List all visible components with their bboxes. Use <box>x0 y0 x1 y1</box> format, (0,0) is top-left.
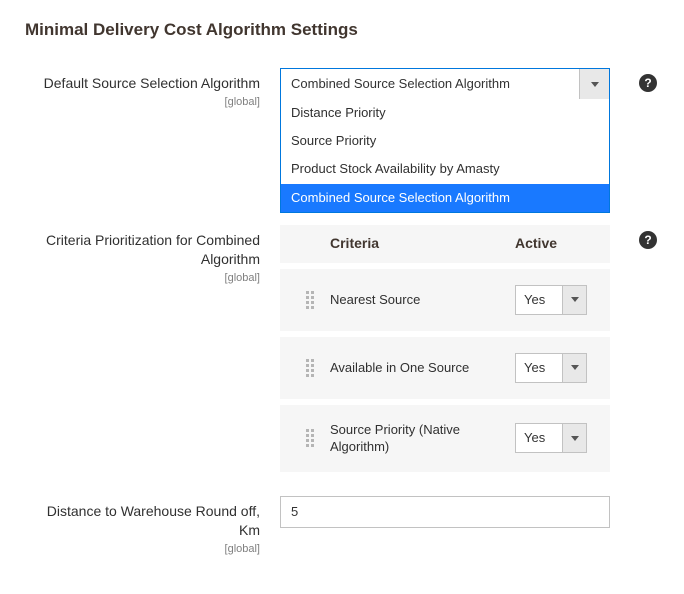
scope-hint: [global] <box>25 271 260 286</box>
criteria-active-select[interactable]: Yes <box>515 423 587 453</box>
criteria-row: Nearest Source Yes <box>280 263 610 331</box>
criteria-active-select[interactable]: Yes <box>515 285 587 315</box>
criteria-header-criteria: Criteria <box>330 235 515 251</box>
select-current-value: Combined Source Selection Algorithm <box>281 69 579 99</box>
label-text: Criteria Prioritization for Combined Alg… <box>46 232 260 267</box>
chevron-down-icon <box>579 69 609 99</box>
criteria-name: Nearest Source <box>330 291 515 309</box>
criteria-active-select[interactable]: Yes <box>515 353 587 383</box>
drag-handle-icon[interactable] <box>306 429 314 447</box>
criteria-name: Available in One Source <box>330 359 515 377</box>
select-value: Yes <box>516 424 562 452</box>
option-stock-availability[interactable]: Product Stock Availability by Amasty <box>281 155 609 183</box>
drag-handle-icon[interactable] <box>306 291 314 309</box>
chevron-down-icon <box>562 424 586 452</box>
default-algorithm-dropdown: Distance Priority Source Priority Produc… <box>280 99 610 213</box>
criteria-row: Available in One Source Yes <box>280 331 610 399</box>
criteria-name: Source Priority (Native Algorithm) <box>330 421 515 456</box>
select-value: Yes <box>516 286 562 314</box>
option-source-priority[interactable]: Source Priority <box>281 127 609 155</box>
label-text: Default Source Selection Algorithm <box>44 75 260 91</box>
row-default-source-selection: Default Source Selection Algorithm [glob… <box>25 68 659 110</box>
drag-handle-icon[interactable] <box>306 359 314 377</box>
roundoff-input[interactable] <box>280 496 610 528</box>
chevron-down-icon <box>562 286 586 314</box>
row-roundoff: Distance to Warehouse Round off, Km [glo… <box>25 496 659 557</box>
option-combined-algorithm[interactable]: Combined Source Selection Algorithm <box>281 184 609 212</box>
criteria-row: Source Priority (Native Algorithm) Yes <box>280 399 610 472</box>
section-title: Minimal Delivery Cost Algorithm Settings <box>25 20 659 40</box>
label-roundoff: Distance to Warehouse Round off, Km [glo… <box>25 496 280 557</box>
label-default-algorithm: Default Source Selection Algorithm [glob… <box>25 68 280 110</box>
select-value: Yes <box>516 354 562 382</box>
scope-hint: [global] <box>25 542 260 557</box>
criteria-header-active: Active <box>515 235 600 251</box>
default-algorithm-select[interactable]: Combined Source Selection Algorithm Dist… <box>280 68 610 100</box>
row-criteria-prioritization: Criteria Prioritization for Combined Alg… <box>25 225 659 472</box>
criteria-table: Criteria Active Nearest Source Yes <box>280 225 610 472</box>
option-distance-priority[interactable]: Distance Priority <box>281 99 609 127</box>
help-icon[interactable]: ? <box>639 231 657 249</box>
help-icon[interactable]: ? <box>639 74 657 92</box>
label-text: Distance to Warehouse Round off, Km <box>47 503 260 538</box>
criteria-header-row: Criteria Active <box>280 225 610 263</box>
scope-hint: [global] <box>25 95 260 110</box>
label-criteria-prioritization: Criteria Prioritization for Combined Alg… <box>25 225 280 286</box>
chevron-down-icon <box>562 354 586 382</box>
